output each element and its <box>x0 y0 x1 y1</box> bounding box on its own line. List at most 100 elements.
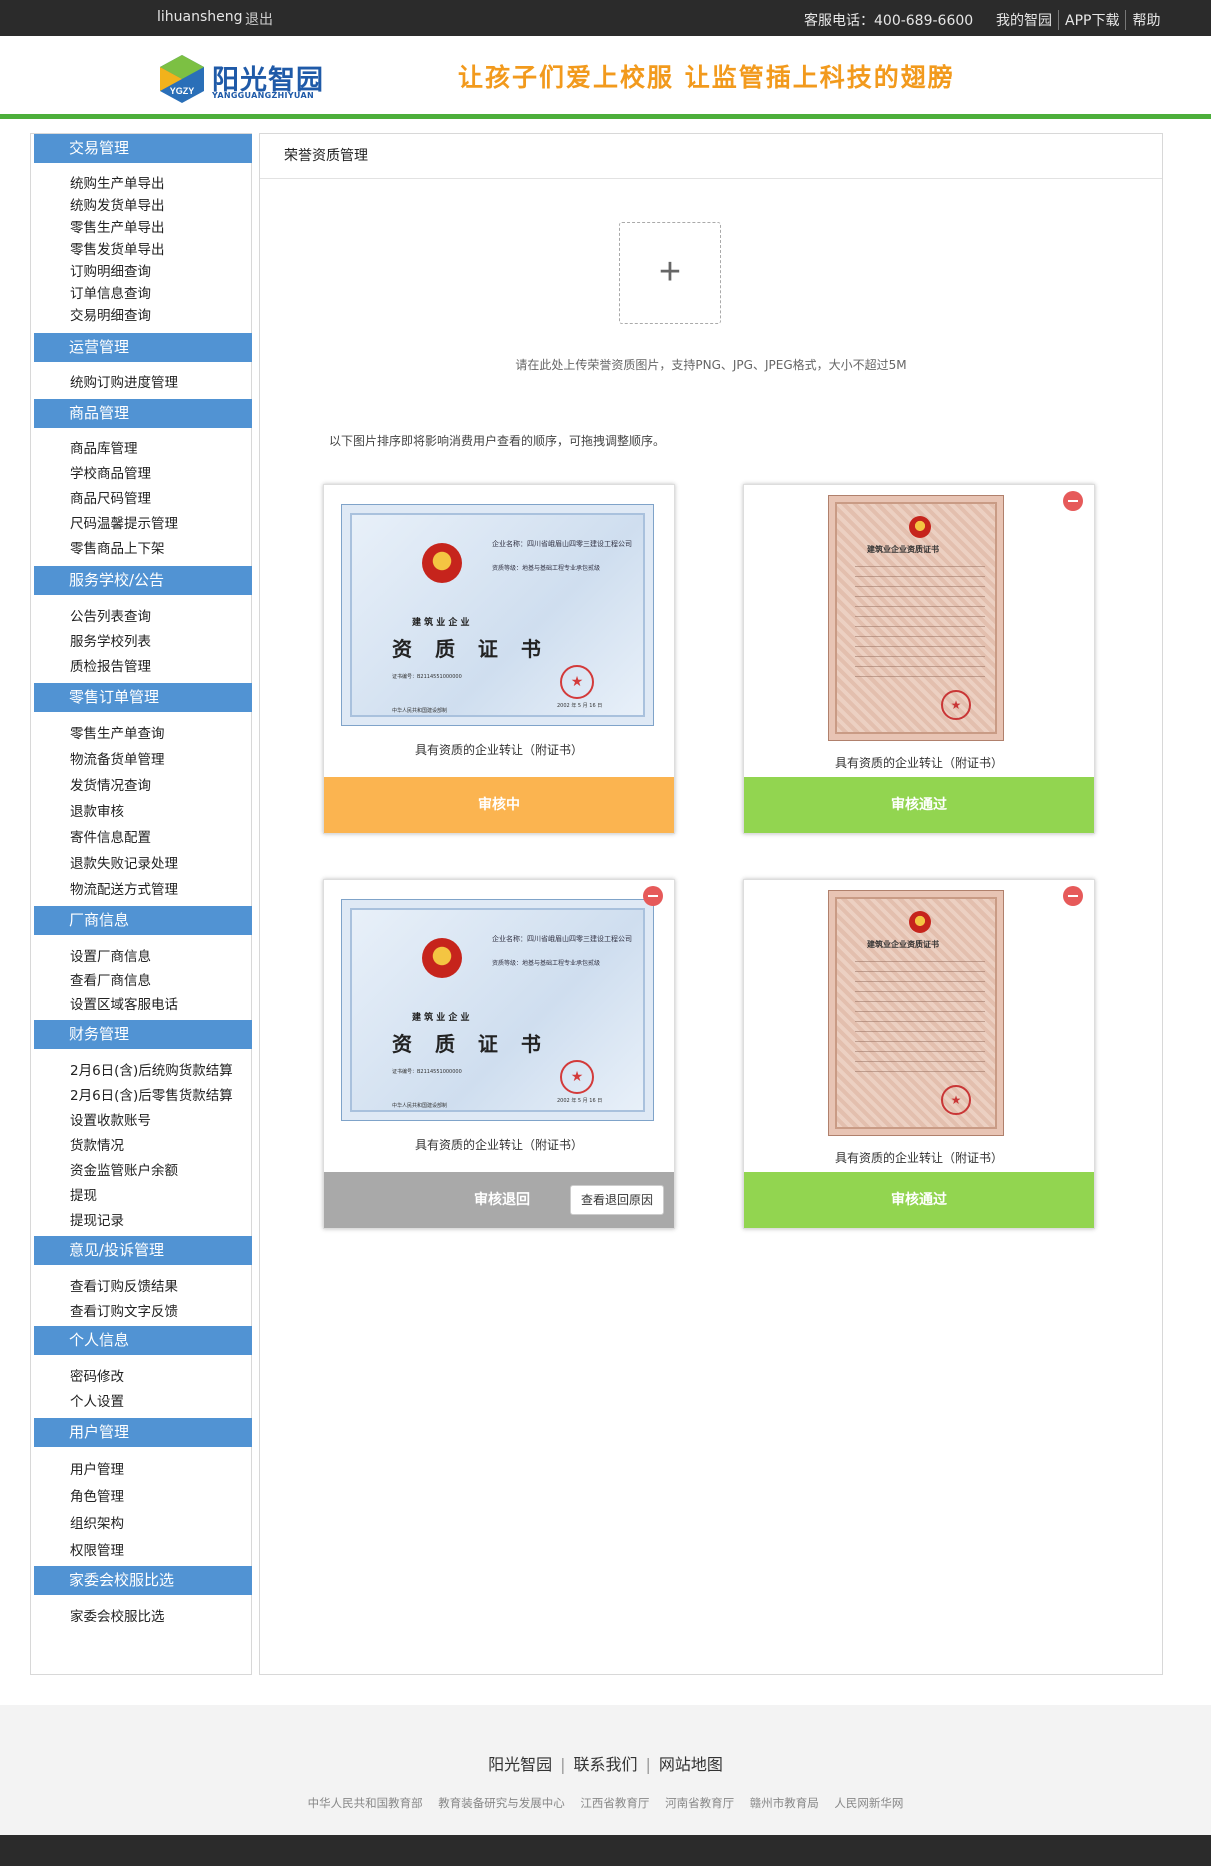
delete-icon[interactable] <box>1063 886 1083 906</box>
sidebar-item[interactable]: 质检报告管理 <box>70 655 151 675</box>
sidebar-section-feedback[interactable]: 意见/投诉管理 <box>34 1236 252 1265</box>
footer-org-link[interactable]: 人民网新华网 <box>828 1796 909 1810</box>
sidebar-item[interactable]: 尺码温馨提示管理 <box>70 512 178 532</box>
site-header: YGZY 阳光智园 YANGGUANGZHIYUAN 让孩子们爱上校服 让监管插… <box>0 36 1211 116</box>
status-approved: 审核通过 <box>744 1172 1094 1228</box>
sidebar-item[interactable]: 设置收款账号 <box>70 1109 151 1129</box>
my-zhiyuan-link[interactable]: 我的智园 <box>990 10 1058 30</box>
sidebar: 交易管理 统购生产单导出 统购发货单导出 零售生产单导出 零售发货单导出 订购明… <box>30 133 252 1675</box>
sidebar-section-vendor[interactable]: 厂商信息 <box>34 906 252 935</box>
certificate-card[interactable]: 企业名称：四川省峨眉山四零三建设工程公司 资质等级：地基与基础工程专业承包贰级 … <box>323 879 675 1229</box>
sidebar-item[interactable]: 家委会校服比选 <box>70 1605 165 1625</box>
sidebar-section-finance[interactable]: 财务管理 <box>34 1020 252 1049</box>
sidebar-section-products[interactable]: 商品管理 <box>34 399 252 428</box>
sidebar-section-profile[interactable]: 个人信息 <box>34 1326 252 1355</box>
sidebar-item[interactable]: 发货情况查询 <box>70 774 151 794</box>
sidebar-item[interactable]: 2月6日(含)后统购货款结算 <box>70 1059 233 1079</box>
sidebar-item[interactable]: 密码修改 <box>70 1365 124 1385</box>
order-hint: 以下图片排序即将影响消费用户查看的顺序，可拖拽调整顺序。 <box>329 434 666 448</box>
sidebar-section-users[interactable]: 用户管理 <box>34 1418 252 1447</box>
status-rejected: 审核退回 查看退回原因 <box>324 1172 674 1228</box>
sidebar-item[interactable]: 公告列表查询 <box>70 605 151 625</box>
footer-org-link[interactable]: 教育装备研究与发展中心 <box>432 1796 571 1810</box>
sidebar-item[interactable]: 查看订购文字反馈 <box>70 1300 178 1320</box>
cert-company: 企业名称：四川省峨眉山四零三建设工程公司 <box>492 540 632 548</box>
footer-link-contact[interactable]: 联系我们 <box>565 1755 645 1774</box>
top-bar: lihuansheng 退出 客服电话：400-689-6600 我的智园 AP… <box>0 0 1211 36</box>
sidebar-section-trade[interactable]: 交易管理 <box>34 134 252 163</box>
footer-links: 阳光智园 | 联系我们 | 网站地图 <box>0 1751 1211 1775</box>
certificate-image: 建筑业企业资质证书 ★ <box>828 890 1004 1136</box>
sidebar-item[interactable]: 零售发货单导出 <box>70 238 165 258</box>
plus-icon: + <box>658 251 682 293</box>
sidebar-item[interactable]: 角色管理 <box>70 1485 124 1505</box>
sidebar-item[interactable]: 服务学校列表 <box>70 630 151 650</box>
logout-link[interactable]: 退出 <box>245 9 273 29</box>
sidebar-item[interactable]: 订单信息查询 <box>70 282 151 302</box>
sidebar-item[interactable]: 提现记录 <box>70 1209 124 1229</box>
sidebar-item[interactable]: 查看厂商信息 <box>70 969 151 989</box>
logo-badge: YGZY <box>170 86 195 96</box>
sidebar-item[interactable]: 提现 <box>70 1184 97 1204</box>
cert-scope: 资质等级：地基与基础工程专业承包贰级 <box>492 960 601 967</box>
sidebar-item[interactable]: 设置区域客服电话 <box>70 993 178 1013</box>
sidebar-item[interactable]: 统购生产单导出 <box>70 172 165 192</box>
sidebar-item[interactable]: 零售生产单查询 <box>70 722 165 742</box>
delete-icon[interactable] <box>1063 491 1083 511</box>
footer-org-link[interactable]: 中华人民共和国教育部 <box>302 1796 429 1810</box>
sidebar-item[interactable]: 学校商品管理 <box>70 462 151 482</box>
sidebar-item[interactable]: 查看订购反馈结果 <box>70 1275 178 1295</box>
view-reject-reason-button[interactable]: 查看退回原因 <box>570 1185 664 1215</box>
upload-button[interactable]: + <box>619 222 721 324</box>
sidebar-item[interactable]: 个人设置 <box>70 1390 124 1410</box>
app-download-link[interactable]: APP下载 <box>1058 10 1125 30</box>
help-link[interactable]: 帮助 <box>1125 10 1166 30</box>
cert-title: 建筑业企业资质证书 <box>867 545 939 554</box>
cert-number: 证书编号：B2114551000000 <box>392 1069 462 1075</box>
footer-org-link[interactable]: 江西省教育厅 <box>574 1796 655 1810</box>
certificate-image: 企业名称：四川省峨眉山四零三建设工程公司 资质等级：地基与基础工程专业承包贰级 … <box>341 899 654 1121</box>
card-caption: 具有资质的企业转让（附证书） <box>834 1151 1003 1165</box>
sidebar-item[interactable]: 2月6日(含)后零售货款结算 <box>70 1084 233 1104</box>
cert-footer: 中华人民共和国建设部制 <box>392 1103 448 1109</box>
sidebar-item[interactable]: 交易明细查询 <box>70 304 151 324</box>
seal-icon: ★ <box>560 1060 594 1094</box>
sidebar-section-schools[interactable]: 服务学校/公告 <box>34 566 252 595</box>
sidebar-item[interactable]: 寄件信息配置 <box>70 826 151 846</box>
sidebar-item[interactable]: 退款失败记录处理 <box>70 852 178 872</box>
certificate-card[interactable]: 建筑业企业资质证书 ★ 具有资质的企业转让（附证书） 审核通过 <box>743 484 1095 834</box>
sidebar-item[interactable]: 商品尺码管理 <box>70 487 151 507</box>
footer-org-links: 中华人民共和国教育部 教育装备研究与发展中心 江西省教育厅 河南省教育厅 赣州市… <box>0 1795 1211 1811</box>
sidebar-item[interactable]: 货款情况 <box>70 1134 124 1154</box>
sidebar-item[interactable]: 统购发货单导出 <box>70 194 165 214</box>
footer-link-home[interactable]: 阳光智园 <box>480 1755 560 1774</box>
sidebar-item[interactable]: 商品库管理 <box>70 437 138 457</box>
sidebar-item[interactable]: 统购订购进度管理 <box>70 371 178 391</box>
sidebar-item[interactable]: 退款审核 <box>70 800 124 820</box>
footer-org-link[interactable]: 河南省教育厅 <box>659 1796 740 1810</box>
sidebar-item[interactable]: 物流配送方式管理 <box>70 878 178 898</box>
sidebar-item[interactable]: 零售生产单导出 <box>70 216 165 236</box>
site-footer: 阳光智园 | 联系我们 | 网站地图 中华人民共和国教育部 教育装备研究与发展中心 江西… <box>0 1705 1211 1835</box>
footer-org-link[interactable]: 赣州市教育局 <box>744 1796 825 1810</box>
sidebar-item[interactable]: 零售商品上下架 <box>70 537 165 557</box>
sidebar-section-operations[interactable]: 运营管理 <box>34 333 252 362</box>
sidebar-item[interactable]: 用户管理 <box>70 1458 124 1478</box>
delete-icon[interactable] <box>643 886 663 906</box>
sidebar-section-uniform-selection[interactable]: 家委会校服比选 <box>34 1566 252 1595</box>
sidebar-item[interactable]: 物流备货单管理 <box>70 748 165 768</box>
logo-subtext: YANGGUANGZHIYUAN <box>212 91 314 100</box>
certificate-card[interactable]: 企业名称：四川省峨眉山四零三建设工程公司 资质等级：地基与基础工程专业承包贰级 … <box>323 484 675 834</box>
cert-company: 企业名称：四川省峨眉山四零三建设工程公司 <box>492 935 632 943</box>
certificate-card[interactable]: 建筑业企业资质证书 ★ 具有资质的企业转让（附证书） 审核通过 <box>743 879 1095 1229</box>
sidebar-item[interactable]: 设置厂商信息 <box>70 945 151 965</box>
sidebar-item[interactable]: 组织架构 <box>70 1512 124 1532</box>
sidebar-item[interactable]: 权限管理 <box>70 1539 124 1559</box>
sidebar-section-retail-orders[interactable]: 零售订单管理 <box>34 683 252 712</box>
footer-link-sitemap[interactable]: 网站地图 <box>651 1755 731 1774</box>
cert-scope: 资质等级：地基与基础工程专业承包贰级 <box>492 565 601 572</box>
sidebar-item[interactable]: 资金监管账户余额 <box>70 1159 178 1179</box>
logo-icon[interactable]: YGZY <box>158 54 206 104</box>
sidebar-item[interactable]: 订购明细查询 <box>70 260 151 280</box>
hotline-text: 客服电话：400-689-6600 <box>804 13 974 29</box>
